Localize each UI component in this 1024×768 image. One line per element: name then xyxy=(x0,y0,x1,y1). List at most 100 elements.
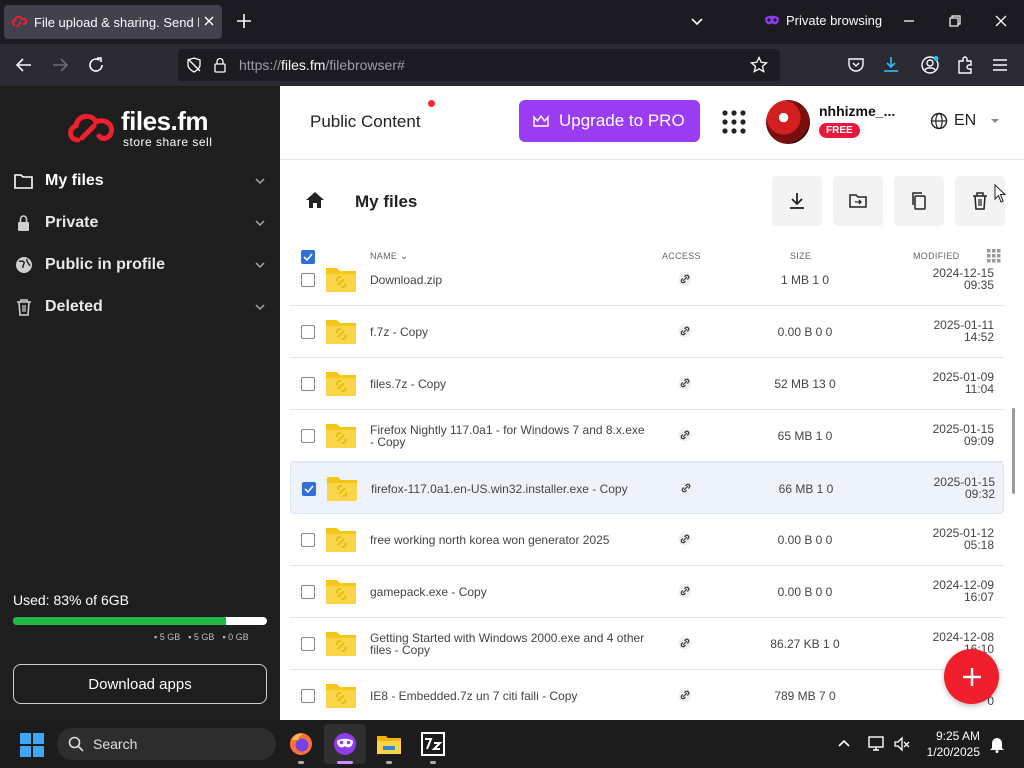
taskbar-search[interactable]: Search xyxy=(57,728,276,760)
table-row[interactable]: Download.zip 1 MB 1 0 2024-12-15 09:35 xyxy=(290,268,1004,306)
language-selector[interactable]: EN xyxy=(930,112,1000,130)
downloads-icon[interactable] xyxy=(882,55,900,75)
extensions-icon[interactable] xyxy=(956,55,974,75)
link-icon[interactable] xyxy=(678,428,692,442)
file-size: 65 MB 1 0 xyxy=(777,429,833,443)
table-row[interactable]: f.7z - Copy 0.00 B 0 0 2025-01-11 14:52 xyxy=(290,306,1004,358)
table-row[interactable]: Getting Started with Windows 2000.exe an… xyxy=(290,618,1004,670)
file-name[interactable]: gamepack.exe - Copy xyxy=(370,586,650,598)
column-header-access[interactable]: ACCESS xyxy=(662,251,701,261)
scrollbar[interactable] xyxy=(1012,408,1015,494)
table-row[interactable]: Firefox Nightly 117.0a1 - for Windows 7 … xyxy=(290,410,1004,462)
browser-tab[interactable]: File upload & sharing. Send large files xyxy=(4,5,222,39)
minimize-icon[interactable] xyxy=(902,14,916,28)
grid-view-icon[interactable] xyxy=(987,249,1001,263)
chevron-down-icon[interactable] xyxy=(254,260,266,270)
new-tab-icon[interactable] xyxy=(235,12,253,30)
table-row[interactable]: free working north korea won generator 2… xyxy=(290,514,1004,566)
file-name[interactable]: f.7z - Copy xyxy=(370,326,650,338)
trash-icon xyxy=(17,299,31,316)
lock-icon[interactable] xyxy=(213,57,227,73)
file-name[interactable]: Getting Started with Windows 2000.exe an… xyxy=(370,632,650,656)
network-icon[interactable] xyxy=(867,735,885,753)
forward-arrow-icon[interactable] xyxy=(51,56,69,74)
row-checkbox[interactable] xyxy=(301,377,315,391)
row-checkbox[interactable] xyxy=(301,325,315,339)
storage-legend: ▪ 5 GB ▪ 5 GB ▪ 0 GB xyxy=(154,632,249,642)
column-header-modified[interactable]: MODIFIED xyxy=(913,251,959,261)
file-size: 1 MB 1 0 xyxy=(780,273,830,287)
chevron-down-icon[interactable] xyxy=(689,14,705,30)
address-bar[interactable]: https://files.fm/filebrowser# xyxy=(178,49,780,81)
modified-time: 05:18 xyxy=(963,538,994,552)
apps-grid-icon[interactable] xyxy=(722,110,746,134)
file-explorer-icon[interactable] xyxy=(376,732,402,756)
link-icon[interactable] xyxy=(678,272,692,286)
volume-muted-icon[interactable] xyxy=(893,735,911,753)
reload-icon[interactable] xyxy=(87,56,105,74)
close-tab-icon[interactable] xyxy=(202,14,216,28)
table-row[interactable]: files.7z - Copy 52 MB 13 0 2025-01-09 11:… xyxy=(290,358,1004,410)
username[interactable]: nhhizme_... xyxy=(819,103,895,119)
sidebar-item-my-files[interactable]: My files xyxy=(0,160,280,202)
link-icon[interactable] xyxy=(678,584,692,598)
file-name[interactable]: IE8 - Embedded.7z un 7 citi faili - Copy xyxy=(370,690,650,702)
row-checkbox[interactable] xyxy=(301,585,315,599)
taskbar-clock[interactable]: 9:25 AM 1/20/2025 xyxy=(918,728,980,760)
move-to-folder-button[interactable] xyxy=(833,176,883,226)
tracking-protection-icon[interactable] xyxy=(186,57,202,73)
upgrade-to-pro-button[interactable]: Upgrade to PRO xyxy=(519,100,700,142)
chevron-up-icon[interactable] xyxy=(837,737,851,749)
folder-icon xyxy=(326,580,356,604)
file-name[interactable]: Download.zip xyxy=(370,274,650,286)
download-button[interactable] xyxy=(772,176,822,226)
sidebar-item-public-in-profile[interactable]: Public in profile xyxy=(0,244,280,286)
file-name[interactable]: Firefox Nightly 117.0a1 - for Windows 7 … xyxy=(370,424,650,448)
url-text[interactable]: https://files.fm/filebrowser# xyxy=(239,57,405,73)
copy-button[interactable] xyxy=(894,176,944,226)
table-row[interactable]: IE8 - Embedded.7z un 7 citi faili - Copy… xyxy=(290,670,1004,720)
column-header-size[interactable]: SIZE xyxy=(790,251,811,261)
7zip-icon[interactable] xyxy=(421,732,445,756)
link-icon[interactable] xyxy=(678,636,692,650)
file-name[interactable]: firefox-117.0a1.en-US.win32.installer.ex… xyxy=(371,483,651,495)
add-button[interactable] xyxy=(944,649,999,704)
close-window-icon[interactable] xyxy=(994,14,1008,28)
restore-icon[interactable] xyxy=(948,14,962,28)
link-icon[interactable] xyxy=(678,532,692,546)
link-icon[interactable] xyxy=(679,481,693,495)
account-icon[interactable] xyxy=(920,55,940,75)
public-content-link[interactable]: Public Content xyxy=(310,112,421,132)
chevron-down-icon[interactable] xyxy=(254,176,266,186)
home-icon[interactable] xyxy=(305,190,325,210)
row-checkbox[interactable] xyxy=(301,533,315,547)
link-icon[interactable] xyxy=(678,324,692,338)
select-all-checkbox[interactable] xyxy=(301,250,315,264)
row-checkbox[interactable] xyxy=(302,482,316,496)
pocket-icon[interactable] xyxy=(847,56,865,74)
file-name[interactable]: free working north korea won generator 2… xyxy=(370,534,650,546)
link-icon[interactable] xyxy=(678,688,692,702)
sidebar-item-deleted[interactable]: Deleted xyxy=(0,286,280,328)
menu-hamburger-icon[interactable] xyxy=(991,56,1009,74)
download-apps-button[interactable]: Download apps xyxy=(13,664,267,704)
chevron-down-icon[interactable] xyxy=(254,302,266,312)
bookmark-star-icon[interactable] xyxy=(750,56,768,74)
notification-bell-icon[interactable] xyxy=(989,735,1005,753)
table-row[interactable]: gamepack.exe - Copy 0.00 B 0 0 2024-12-0… xyxy=(290,566,1004,618)
table-row[interactable]: firefox-117.0a1.en-US.win32.installer.ex… xyxy=(290,462,1004,514)
chevron-down-icon[interactable] xyxy=(254,218,266,228)
file-name[interactable]: files.7z - Copy xyxy=(370,378,650,390)
avatar[interactable] xyxy=(766,100,810,144)
row-checkbox[interactable] xyxy=(301,429,315,443)
sidebar-item-private[interactable]: Private xyxy=(0,202,280,244)
row-checkbox[interactable] xyxy=(301,637,315,651)
link-icon[interactable] xyxy=(678,376,692,390)
back-arrow-icon[interactable] xyxy=(15,56,33,74)
column-header-name[interactable]: NAME ⌄ xyxy=(370,251,409,262)
row-checkbox[interactable] xyxy=(301,689,315,703)
firefox-icon[interactable] xyxy=(289,732,313,756)
windows-start-icon[interactable] xyxy=(20,733,44,757)
row-checkbox[interactable] xyxy=(301,273,315,287)
firefox-private-icon[interactable] xyxy=(333,732,357,756)
